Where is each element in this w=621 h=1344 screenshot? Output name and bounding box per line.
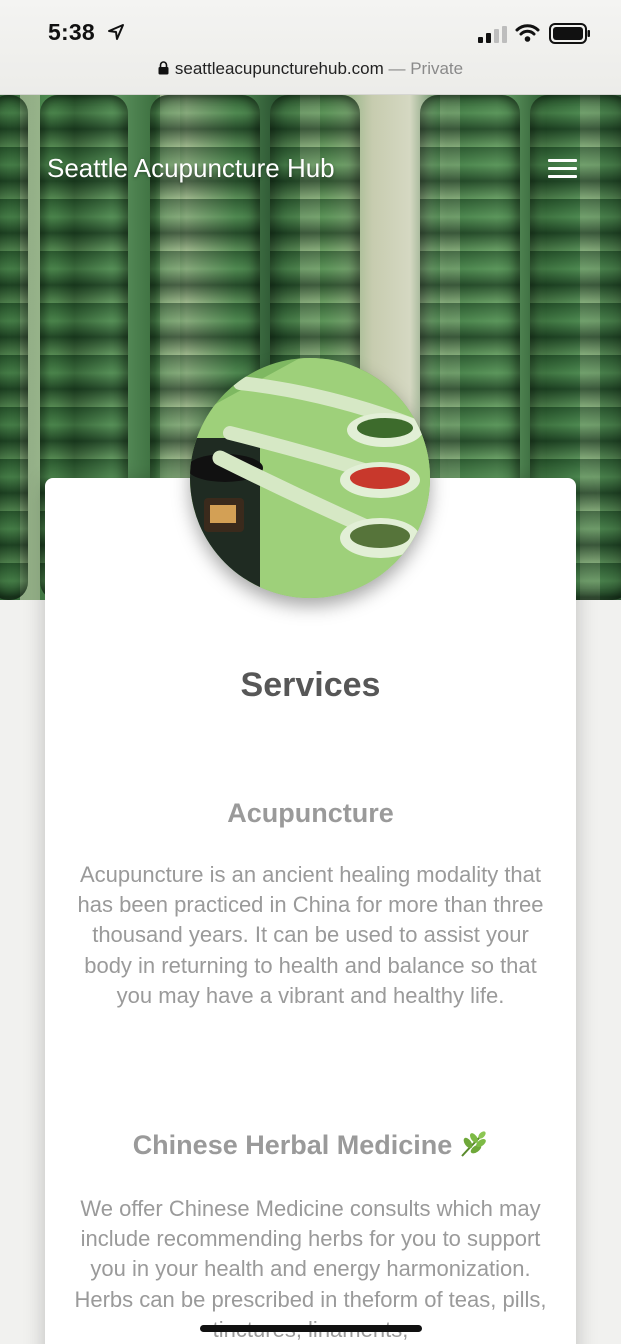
lock-icon bbox=[158, 61, 169, 75]
herb-leaf-icon bbox=[461, 1131, 487, 1157]
herbal-medicine-heading: Chinese Herbal Medicine bbox=[0, 1129, 621, 1161]
hamburger-menu-icon[interactable] bbox=[548, 159, 577, 181]
acupuncture-description: Acupuncture is an ancient healing modali… bbox=[77, 862, 544, 1008]
herbal-spoons-image bbox=[190, 358, 430, 598]
battery-icon bbox=[549, 23, 590, 44]
status-time: 5:38 bbox=[48, 19, 95, 45]
hero-carving bbox=[0, 95, 28, 600]
cellular-signal-icon bbox=[478, 26, 507, 43]
location-arrow-icon bbox=[108, 24, 124, 40]
private-label: — Private bbox=[383, 59, 464, 78]
site-title[interactable]: Seattle Acupuncture Hub bbox=[47, 153, 335, 184]
wifi-icon bbox=[515, 24, 540, 42]
page: 5:38 seattleacupuncturehub.com — Private bbox=[0, 0, 621, 1344]
url-text: seattleacupuncturehub.com bbox=[174, 59, 384, 78]
home-indicator[interactable] bbox=[200, 1325, 422, 1332]
herbal-medicine-description: We offer Chinese Medicine consults which… bbox=[74, 1196, 547, 1342]
services-heading: Services bbox=[240, 666, 381, 704]
acupuncture-heading: Acupuncture bbox=[227, 798, 394, 828]
herbal-medicine-title: Chinese Herbal Medicine bbox=[132, 1130, 453, 1160]
browser-status-bar: 5:38 seattleacupuncturehub.com — Private bbox=[0, 0, 621, 95]
address-bar[interactable]: seattleacupuncturehub.com — Private bbox=[0, 59, 621, 79]
